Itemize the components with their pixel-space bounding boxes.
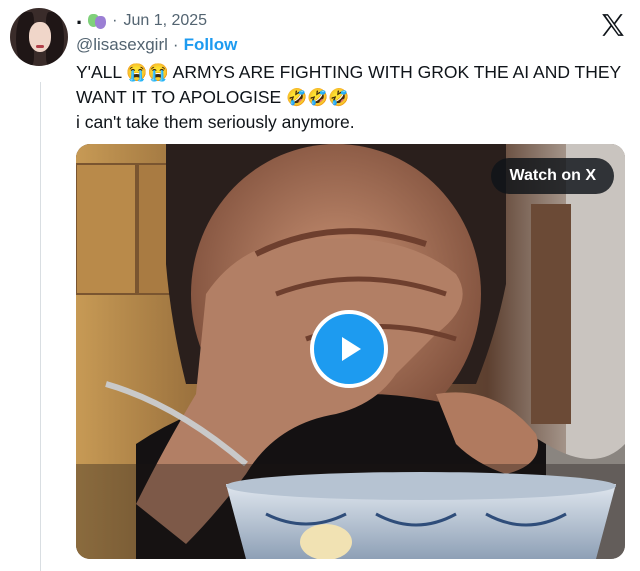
text-segment: ARMYS ARE FIGHTING WITH GROK THE AI AND … [172,62,622,82]
user-handle[interactable]: @lisasexgirl [76,35,168,55]
display-name[interactable]: . [76,6,82,28]
theater-masks-icon [88,13,107,29]
text-segment: Y'ALL [76,62,122,82]
tweet-text-line-3: i can't take them seriously anymore. [76,112,355,132]
laughing-emoji: 🤣🤣🤣 [286,88,350,107]
tweet-text-line-1: Y'ALL 😭😭 ARMYS ARE FIGHTING WITH GROK TH… [76,60,626,85]
x-logo-icon[interactable] [600,12,626,38]
separator-dot: · [172,35,179,54]
watch-on-x-button[interactable]: Watch on X [491,158,614,194]
video-player[interactable]: Watch on X [76,144,625,559]
follow-button[interactable]: Follow [184,35,238,55]
crying-emoji: 😭😭 [126,63,169,82]
tweet-text: Y'ALL 😭😭 ARMYS ARE FIGHTING WITH GROK TH… [76,60,626,134]
tweet-date[interactable]: Jun 1, 2025 [123,12,207,30]
play-icon [342,337,361,361]
play-button[interactable] [310,310,388,388]
text-segment: WANT IT TO APOLOGISE [76,87,282,107]
handle-row: @lisasexgirl · Follow [76,34,237,56]
thread-line [40,82,41,571]
tweet-header: . · Jun 1, 2025 [76,6,207,32]
avatar[interactable] [10,8,68,66]
tweet-text-line-2: WANT IT TO APOLOGISE 🤣🤣🤣 [76,85,626,110]
separator-dot: · [112,12,118,29]
